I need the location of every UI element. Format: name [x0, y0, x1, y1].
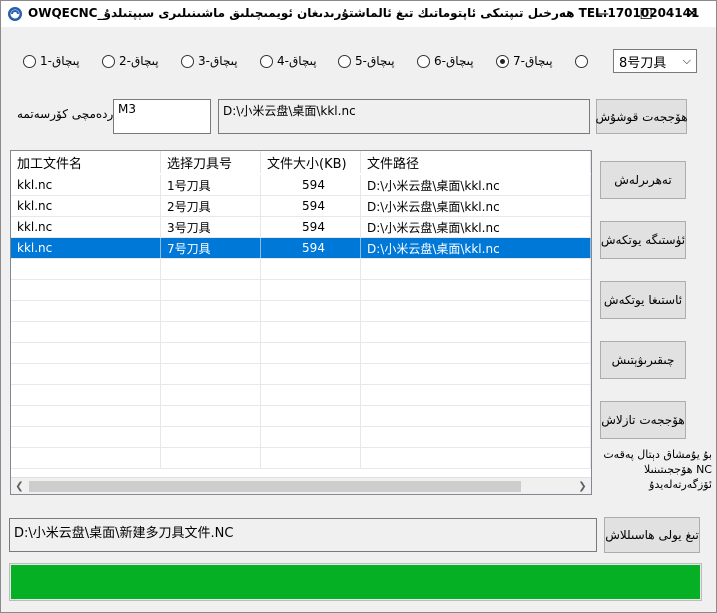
delete-button[interactable]: چىقىرىۋېتىش [600, 341, 686, 379]
cell-path: D:\小米云盘\桌面\kkl.nc [361, 196, 591, 216]
helper-label: ياردەمچى كۆرسەتمە [17, 107, 121, 121]
horizontal-scrollbar[interactable]: ❮ ❯ [11, 477, 591, 494]
radio-knife-7[interactable]: پىچاق-7 [496, 53, 553, 69]
empty-row [11, 280, 591, 301]
radio-label: پىچاق-1 [40, 54, 80, 68]
app-window: OWQECNC_ھەرخىل تىپتىكى ئاپتوماتىك تىغ ئا… [0, 0, 717, 613]
cell-path: D:\小米云盘\桌面\kkl.nc [361, 217, 591, 237]
maximize-button[interactable]: ☐ [623, 1, 669, 27]
radio-knife-3[interactable]: پىچاق-3 [181, 53, 238, 69]
move-up-button[interactable]: ئۈستىگە يوتكەش [600, 221, 686, 259]
close-button[interactable]: ✕ [669, 1, 715, 27]
minimize-button[interactable]: — [579, 1, 625, 27]
title-bar[interactable]: OWQECNC_ھەرخىل تىپتىكى ئاپتوماتىك تىغ ئا… [1, 1, 716, 27]
cell-filename: kkl.nc [11, 175, 161, 195]
cell-path: D:\小米云盘\桌面\kkl.nc [361, 238, 591, 258]
info-note: بۇ يۇمشاق دېتال پەقەت NC ھۆججىتىنىلا ئۆز… [603, 448, 712, 491]
empty-row [11, 385, 591, 406]
radio-label: پىچاق-4 [277, 54, 317, 68]
cell-filename: kkl.nc [11, 217, 161, 237]
column-header-size[interactable]: 文件大小(KB) [261, 151, 361, 173]
cell-size: 594 [261, 238, 361, 258]
radio-knife-6[interactable]: پىچاق-6 [417, 53, 474, 69]
table-row[interactable]: kkl.nc 3号刀具 594 D:\小米云盘\桌面\kkl.nc [11, 217, 591, 238]
radio-label: پىچاق-5 [355, 54, 395, 68]
sort-button[interactable]: تەھرىرلەش [600, 161, 686, 199]
progress-bar [9, 563, 702, 601]
add-file-button[interactable]: ھۆججەت قوشۇش [595, 99, 688, 134]
empty-row [11, 406, 591, 427]
radio-label: پىچاق-2 [119, 54, 159, 68]
scroll-right-icon[interactable]: ❯ [574, 478, 591, 494]
output-path-display: D:\小米云盘\桌面\新建多刀具文件.NC [9, 518, 597, 552]
cell-size: 594 [261, 175, 361, 195]
empty-row [11, 343, 591, 364]
radio-circle[interactable] [417, 54, 430, 68]
radio-circle[interactable] [260, 54, 273, 68]
radio-circle[interactable] [181, 54, 194, 68]
table-row[interactable]: kkl.nc 1号刀具 594 D:\小米云盘\桌面\kkl.nc [11, 175, 591, 196]
cell-tool: 2号刀具 [161, 196, 261, 216]
cell-size: 594 [261, 196, 361, 216]
cell-tool: 3号刀具 [161, 217, 261, 237]
helper-input[interactable]: M3 [113, 99, 211, 134]
tool-select-value: 8号刀具 [619, 55, 667, 71]
radio-circle[interactable] [575, 54, 588, 68]
empty-row [11, 301, 591, 322]
radio-circle[interactable] [23, 54, 36, 68]
tool-select[interactable]: 8号刀具 ⌵ [613, 49, 697, 73]
cell-path: D:\小米云盘\桌面\kkl.nc [361, 175, 591, 195]
radio-knife-4[interactable]: پىچاق-4 [260, 53, 317, 69]
table-row-selected[interactable]: kkl.nc 7号刀具 594 D:\小米云盘\桌面\kkl.nc [11, 238, 591, 259]
empty-row [11, 448, 591, 469]
radio-label: پىچاق-3 [198, 54, 238, 68]
table-row[interactable]: kkl.nc 2号刀具 594 D:\小米云盘\桌面\kkl.nc [11, 196, 591, 217]
radio-knife-2[interactable]: پىچاق-2 [102, 53, 159, 69]
cell-tool: 1号刀具 [161, 175, 261, 195]
cell-tool: 7号刀具 [161, 238, 261, 258]
generate-toolpath-button[interactable]: تىغ يولى ھاسىللاش [604, 517, 700, 553]
clear-files-button[interactable]: ھۆججەت تازلاش [600, 401, 686, 439]
scrollbar-thumb[interactable] [29, 481, 521, 492]
scroll-left-icon[interactable]: ❮ [11, 478, 28, 494]
radio-circle-checked[interactable] [496, 54, 509, 68]
empty-row [11, 259, 591, 280]
file-path-display: D:\小米云盘\桌面\kkl.nc [218, 99, 590, 134]
file-list-view[interactable]: 加工文件名 选择刀具号 文件大小(KB) 文件路径 kkl.nc 1号刀具 59… [10, 150, 592, 495]
column-header-tool[interactable]: 选择刀具号 [161, 151, 261, 173]
radio-knife-5[interactable]: پىچاق-5 [338, 53, 395, 69]
cell-filename: kkl.nc [11, 196, 161, 216]
list-rows: kkl.nc 1号刀具 594 D:\小米云盘\桌面\kkl.nc kkl.nc… [11, 175, 591, 469]
radio-knife-8[interactable] [575, 53, 592, 69]
column-header-filename[interactable]: 加工文件名 [11, 151, 161, 173]
cell-size: 594 [261, 217, 361, 237]
list-header: 加工文件名 选择刀具号 文件大小(KB) 文件路径 [11, 151, 591, 173]
move-down-button[interactable]: ئاستىغا يوتكەش [600, 281, 686, 319]
radio-circle[interactable] [102, 54, 115, 68]
chevron-down-icon[interactable]: ⌵ [683, 54, 691, 68]
empty-row [11, 322, 591, 343]
cell-filename: kkl.nc [11, 238, 161, 258]
radio-label: پىچاق-7 [513, 54, 553, 68]
radio-label: پىچاق-6 [434, 54, 474, 68]
progress-fill [11, 565, 700, 599]
radio-circle[interactable] [338, 54, 351, 68]
app-logo-icon [8, 7, 22, 21]
column-header-path[interactable]: 文件路径 [361, 151, 591, 173]
radio-knife-1[interactable]: پىچاق-1 [23, 53, 80, 69]
empty-row [11, 364, 591, 385]
empty-row [11, 427, 591, 448]
